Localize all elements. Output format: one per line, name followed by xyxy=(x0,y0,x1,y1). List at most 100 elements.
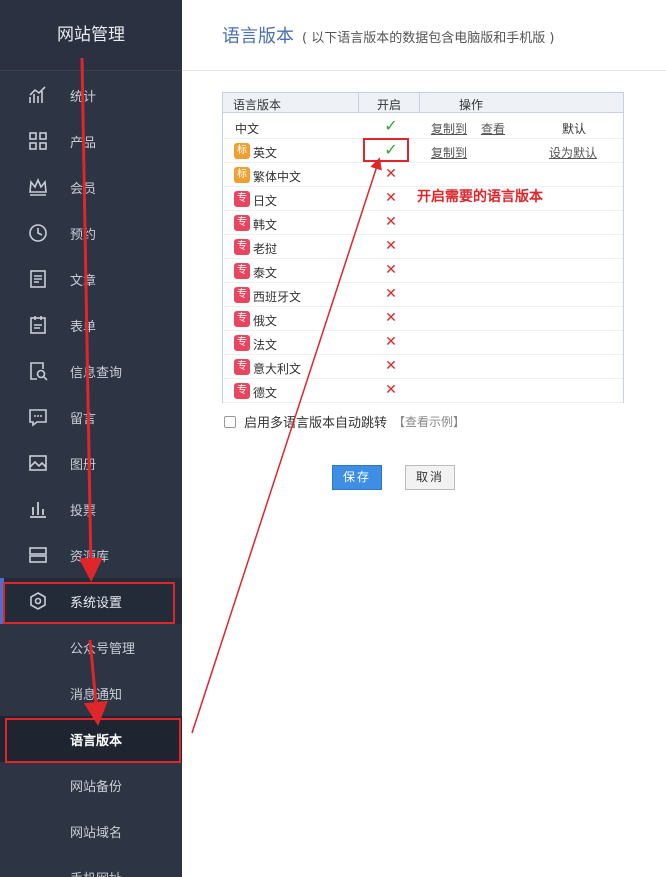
sidebar-item-10[interactable]: 投票 xyxy=(0,486,182,532)
sidebar-item-label: 留言 xyxy=(70,411,97,427)
set-default-link[interactable]: 设为默认 xyxy=(549,144,597,161)
cancel-button[interactable]: 取消 xyxy=(405,465,455,490)
auto-jump-checkbox[interactable] xyxy=(224,415,236,428)
sidebar-subitem-label: 手机网址 xyxy=(70,868,122,877)
column-header-actions: 操作 xyxy=(459,98,484,112)
disabled-cross-icon[interactable]: ✕ xyxy=(383,238,399,254)
sidebar-brand: 网站管理 xyxy=(0,0,182,71)
language-row: 专韩文 ✕ xyxy=(223,211,623,235)
sidebar-item-6[interactable]: 表单 xyxy=(0,302,182,348)
disabled-cross-icon[interactable]: ✕ xyxy=(383,382,399,398)
sidebar-subitem-label: 公众号管理 xyxy=(70,642,136,657)
language-row: 中文 ✓ 复制到 查看 默认 xyxy=(223,115,623,139)
column-header-enabled: 开启 xyxy=(377,98,402,112)
grid-icon xyxy=(28,131,48,151)
language-badge: 专 xyxy=(234,383,250,399)
sidebar-subitem-5[interactable]: 网站域名 xyxy=(0,808,182,854)
language-name: 泰文 xyxy=(253,266,278,280)
language-name: 俄文 xyxy=(253,314,278,328)
sidebar-item-2[interactable]: 产品 xyxy=(0,118,182,164)
disabled-cross-icon[interactable]: ✕ xyxy=(383,214,399,230)
language-row: 标英文 ✓ 复制到 设为默认 xyxy=(223,139,623,163)
sidebar-item-1[interactable]: 统计 xyxy=(0,72,182,118)
disabled-cross-icon[interactable]: ✕ xyxy=(383,190,399,206)
language-name: 意大利文 xyxy=(253,362,302,376)
sidebar-item-9[interactable]: 图册 xyxy=(0,440,182,486)
disabled-cross-icon[interactable]: ✕ xyxy=(383,262,399,278)
message-icon xyxy=(28,407,48,427)
language-badge: 标 xyxy=(234,167,250,183)
disabled-cross-icon[interactable]: ✕ xyxy=(383,334,399,350)
sidebar-subitem-label: 网站域名 xyxy=(70,826,123,841)
column-header-language: 语言版本 xyxy=(233,98,282,112)
language-name: 繁体中文 xyxy=(253,170,302,184)
disabled-cross-icon[interactable]: ✕ xyxy=(383,310,399,326)
language-name: 老挝 xyxy=(253,242,278,256)
enabled-check-icon[interactable]: ✓ xyxy=(383,116,399,135)
table-header: 语言版本 开启 操作 xyxy=(223,93,623,113)
sidebar-item-7[interactable]: 信息查询 xyxy=(0,348,182,394)
sidebar-item-5[interactable]: 文章 xyxy=(0,256,182,302)
language-row: 专老挝 ✕ xyxy=(223,235,623,259)
sidebar-item-3[interactable]: 会员 xyxy=(0,164,182,210)
language-row: 专法文 ✕ xyxy=(223,331,623,355)
language-name: 中文 xyxy=(235,122,260,136)
sidebar-subitem-6[interactable]: 手机网址 xyxy=(0,854,182,877)
search-doc-icon xyxy=(28,361,48,381)
language-row: 专意大利文 ✕ xyxy=(223,355,623,379)
language-badge: 专 xyxy=(234,311,250,327)
language-name: 日文 xyxy=(253,194,278,208)
sidebar-item-4[interactable]: 预约 xyxy=(0,210,182,256)
language-badge: 专 xyxy=(234,263,250,279)
sidebar-item-label: 预约 xyxy=(70,227,97,243)
page-title: 语言版本 xyxy=(222,26,294,47)
language-row: 专德文 ✕ xyxy=(223,379,623,403)
copy-to-link[interactable]: 复制到 xyxy=(431,144,467,161)
language-badge: 专 xyxy=(234,215,250,231)
sidebar-item-11[interactable]: 资源库 xyxy=(0,532,182,578)
column-divider xyxy=(358,93,359,113)
article-icon xyxy=(28,269,48,289)
highlight-system-settings xyxy=(3,582,175,624)
disabled-cross-icon[interactable]: ✕ xyxy=(383,358,399,374)
language-badge: 标 xyxy=(234,143,250,159)
disabled-cross-icon[interactable]: ✕ xyxy=(383,286,399,302)
crown-icon xyxy=(28,177,48,197)
sidebar-item-label: 信息查询 xyxy=(70,365,123,381)
copy-to-link[interactable]: 复制到 xyxy=(431,120,467,137)
language-row: 标繁体中文 ✕ xyxy=(223,163,623,187)
sidebar-subitem-1[interactable]: 公众号管理 xyxy=(0,624,182,670)
sidebar-item-8[interactable]: 留言 xyxy=(0,394,182,440)
language-name: 法文 xyxy=(253,338,278,352)
sidebar-item-label: 会员 xyxy=(70,181,97,197)
language-name: 韩文 xyxy=(253,218,278,232)
view-example-link[interactable]: 【查看示例】 xyxy=(393,413,465,430)
page-subtitle: ( 以下语言版本的数据包含电脑版和手机版 ) xyxy=(302,31,555,46)
language-badge: 专 xyxy=(234,287,250,303)
sidebar-item-label: 文章 xyxy=(70,273,97,289)
sidebar-item-label: 统计 xyxy=(70,89,97,105)
storage-icon xyxy=(28,545,48,565)
language-name: 英文 xyxy=(253,146,278,160)
sidebar-subitem-4[interactable]: 网站备份 xyxy=(0,762,182,808)
sidebar-item-label: 表单 xyxy=(70,319,97,335)
sidebar-subitem-label: 网站备份 xyxy=(70,780,123,795)
auto-jump-option: 启用多语言版本自动跳转 【查看示例】 xyxy=(224,412,465,431)
language-table: 语言版本 开启 操作 中文 ✓ 复制到 查看 默认标英文 ✓ 复制到 设为默认标繁体中文 ✕ 专日… xyxy=(222,92,624,403)
language-name: 西班牙文 xyxy=(253,290,302,304)
language-row: 专泰文 ✕ xyxy=(223,259,623,283)
language-name: 德文 xyxy=(253,386,278,400)
sidebar-subitem-2[interactable]: 消息通知 xyxy=(0,670,182,716)
sidebar-subitem-label: 消息通知 xyxy=(70,688,123,703)
sidebar-item-label: 图册 xyxy=(70,457,97,473)
bar-chart-icon xyxy=(28,499,48,519)
disabled-cross-icon[interactable]: ✕ xyxy=(383,166,399,182)
language-badge: 专 xyxy=(234,359,250,375)
view-link[interactable]: 查看 xyxy=(481,120,505,137)
column-divider xyxy=(419,93,420,113)
header-divider xyxy=(182,70,666,71)
auto-jump-label: 启用多语言版本自动跳转 xyxy=(244,416,388,431)
form-icon xyxy=(28,315,48,335)
language-badge: 专 xyxy=(234,191,250,207)
save-button[interactable]: 保存 xyxy=(332,465,382,490)
